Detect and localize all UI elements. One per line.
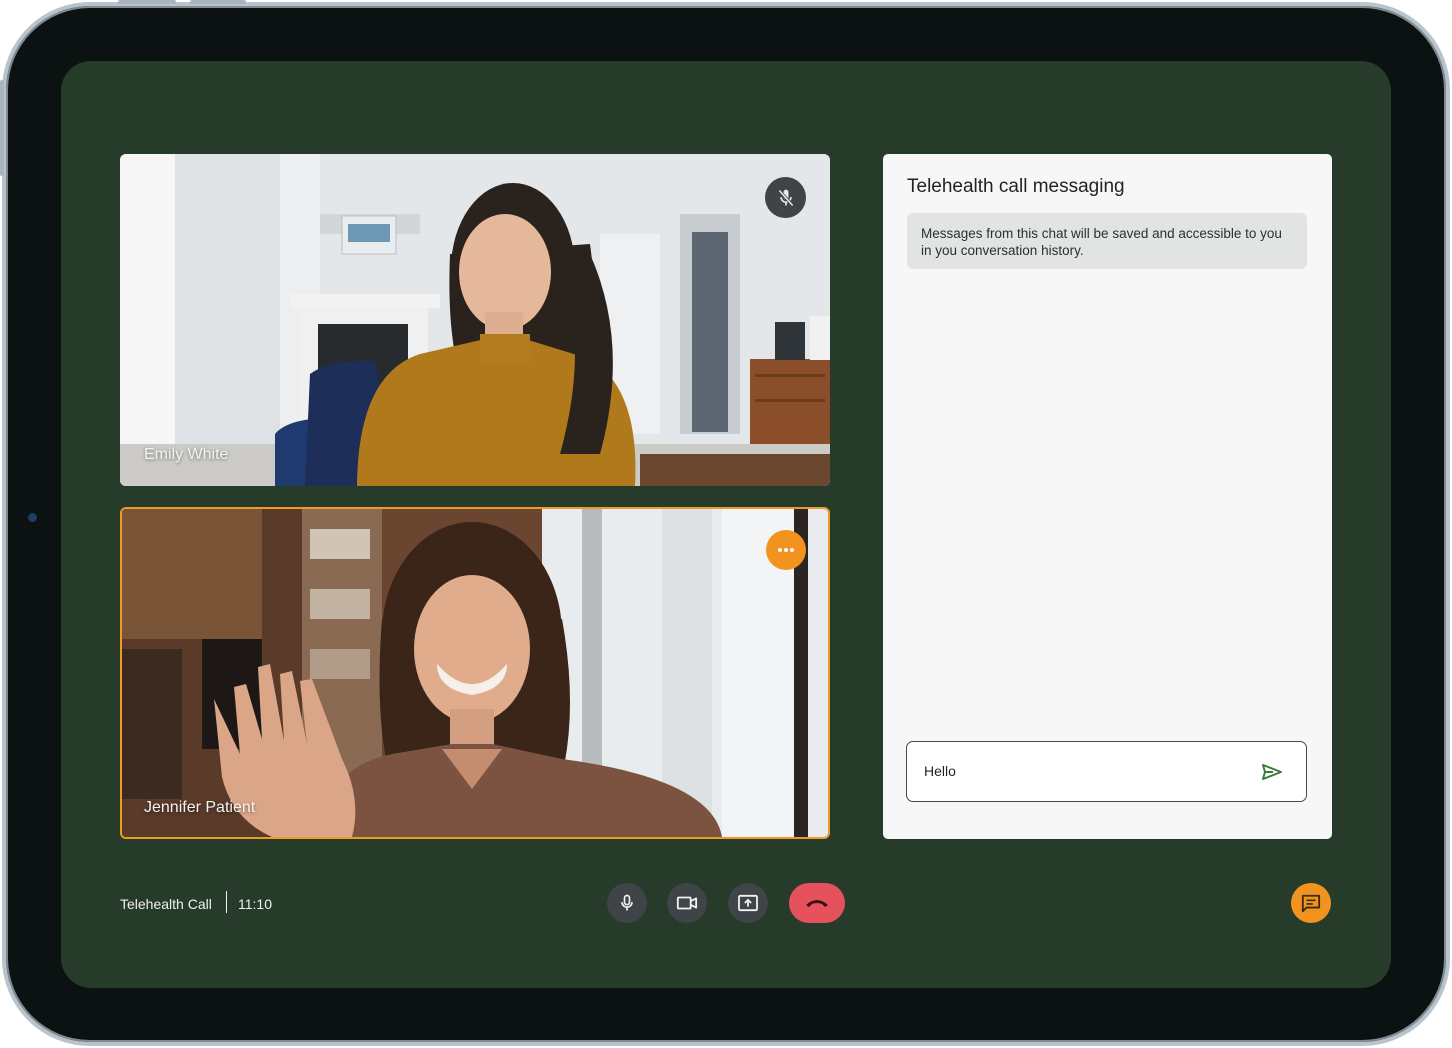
power-button <box>0 80 4 176</box>
message-input[interactable] <box>924 760 1224 782</box>
video-tile-emily[interactable]: Emily White <box>120 154 830 486</box>
video-feed-jennifer <box>122 509 828 837</box>
volume-button <box>118 0 176 4</box>
end-call-button[interactable] <box>789 883 845 923</box>
participant-name-emily: Emily White <box>144 446 229 463</box>
volume-button <box>190 0 246 4</box>
mic-off-icon <box>777 189 794 206</box>
call-timer: 11:10 <box>238 896 272 912</box>
muted-indicator <box>765 177 806 218</box>
participant-name-jennifer: Jennifer Patient <box>144 799 256 816</box>
more-horizontal-icon <box>778 548 794 552</box>
chat-title: Telehealth call messaging <box>907 176 1125 197</box>
participant-options-button[interactable] <box>766 530 806 570</box>
share-screen-button[interactable] <box>728 883 768 923</box>
camera-button[interactable] <box>667 883 707 923</box>
send-button[interactable] <box>1260 761 1284 783</box>
mic-icon <box>621 894 633 911</box>
message-input-box[interactable] <box>906 741 1307 802</box>
chat-notice: Messages from this chat will be saved an… <box>907 213 1307 269</box>
chat-icon <box>1301 894 1321 913</box>
chat-panel: Telehealth call messaging Messages from … <box>883 154 1332 839</box>
chat-toggle-button[interactable] <box>1291 883 1331 923</box>
microphone-button[interactable] <box>607 883 647 923</box>
front-camera <box>28 513 37 522</box>
send-icon <box>1262 764 1282 780</box>
app-screen: Emily White Jennifer Patient Telehealth … <box>61 61 1391 988</box>
video-tile-jennifer[interactable]: Jennifer Patient <box>120 507 830 839</box>
video-feed-emily <box>120 154 830 486</box>
call-info-divider <box>226 891 227 913</box>
call-title: Telehealth Call <box>120 896 212 912</box>
videocam-icon <box>676 896 698 910</box>
call-end-icon <box>806 900 828 907</box>
present-to-all-icon <box>738 894 758 912</box>
